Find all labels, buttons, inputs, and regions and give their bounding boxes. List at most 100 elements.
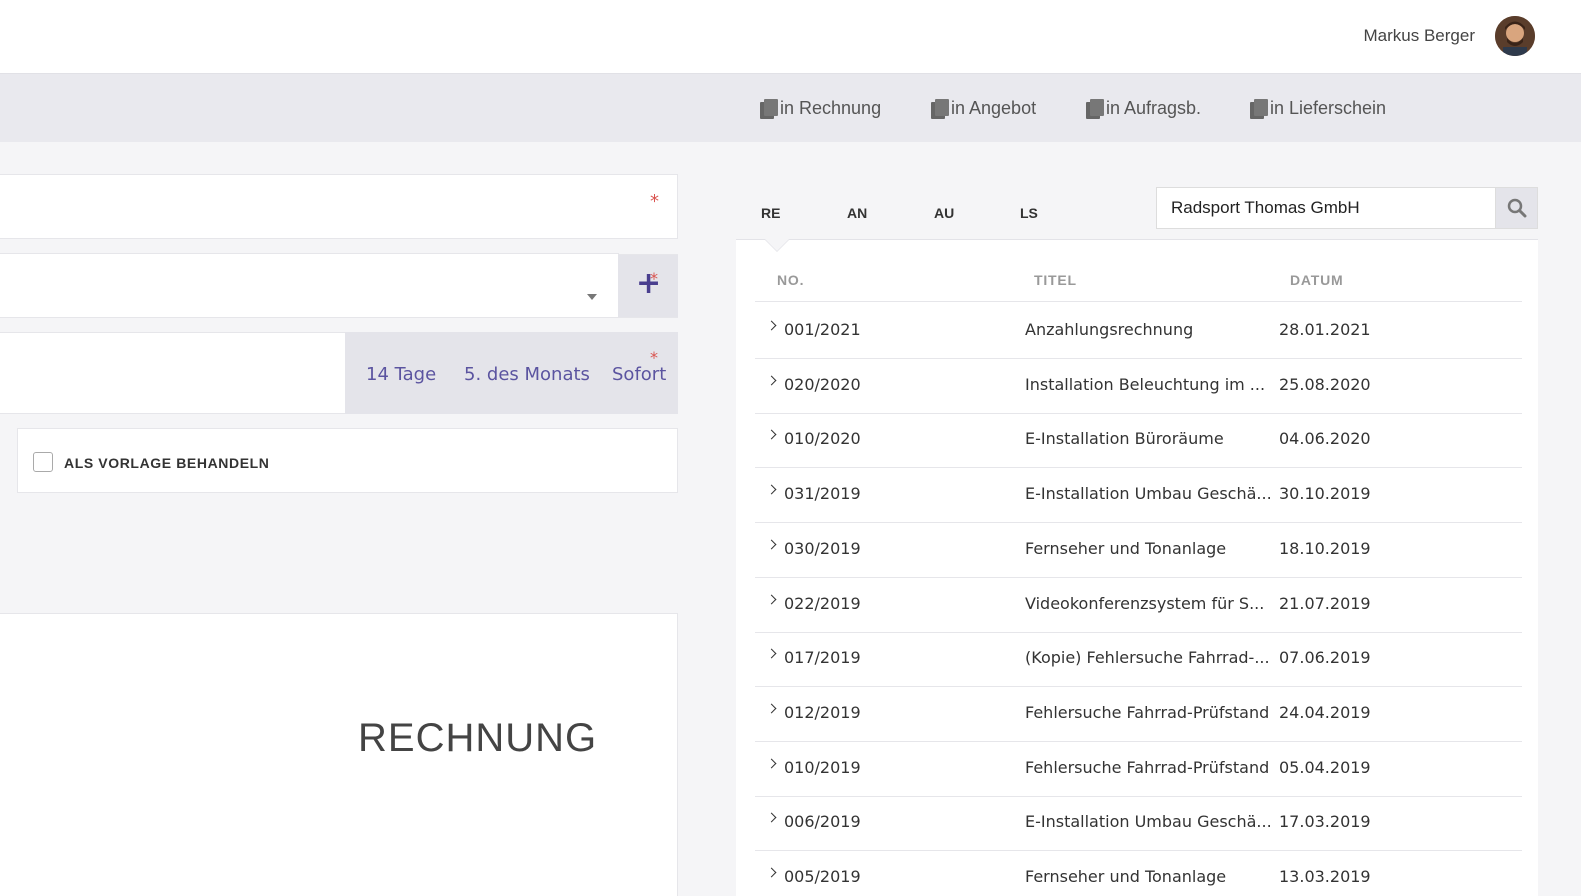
chevron-right-icon[interactable]: [766, 594, 777, 604]
term-option-14-days[interactable]: 14 Tage: [366, 364, 436, 385]
active-tab-indicator-fill: [765, 239, 789, 251]
payment-terms-field[interactable]: [0, 332, 346, 414]
row-title: Fernseher und Tonanlage: [1025, 867, 1227, 886]
table-row[interactable]: 010/2019 Fehlersuche Fahrrad-Prüfstand 05.…: [755, 742, 1522, 797]
copy-icon: [931, 99, 949, 119]
convert-to-delivery-note-button[interactable]: in Lieferschein: [1250, 96, 1386, 120]
chevron-right-icon[interactable]: [766, 375, 777, 386]
row-date: 13.03.2019: [1279, 867, 1371, 886]
column-header-no[interactable]: NO.: [777, 272, 804, 288]
row-date: 25.08.2020: [1279, 374, 1371, 394]
chevron-right-icon[interactable]: [766, 429, 777, 440]
user-name[interactable]: Markus Berger: [1364, 26, 1475, 46]
tab-an[interactable]: AN: [847, 205, 867, 221]
row-date: 24.04.2019: [1279, 702, 1371, 722]
row-title: Installation Beleuchtung im ...: [1025, 374, 1266, 394]
toolbar-button-label: in Angebot: [951, 97, 1037, 118]
table-row[interactable]: 006/2019 E-Installation Umbau Geschä... 17…: [755, 796, 1522, 852]
payment-terms-options: 14 Tage 5. des Monats Sofort *: [345, 332, 678, 414]
chevron-right-icon[interactable]: [766, 812, 777, 823]
convert-to-offer-button[interactable]: in Angebot: [931, 96, 1036, 120]
column-header-date[interactable]: DATUM: [1290, 272, 1344, 288]
row-title: Fehlersuche Fahrrad-Prüfstand: [1025, 702, 1270, 722]
row-number: 012/2019: [784, 702, 861, 722]
row-number: 017/2019: [784, 648, 861, 668]
row-number: 010/2020: [784, 429, 861, 449]
document-title: RECHNUNG: [358, 716, 598, 760]
row-title: E-Installation Umbau Geschä...: [1025, 484, 1272, 504]
header-divider: [755, 301, 1522, 302]
row-number: 031/2019: [784, 484, 861, 504]
table-row[interactable]: 012/2019 Fehlersuche Fahrrad-Prüfstand 24.…: [755, 687, 1522, 742]
tab-ls[interactable]: LS: [1020, 205, 1038, 221]
chevron-right-icon[interactable]: [766, 648, 777, 659]
chevron-right-icon[interactable]: [766, 539, 777, 550]
tab-re[interactable]: RE: [761, 205, 780, 221]
row-date: 30.10.2019: [1279, 484, 1371, 504]
row-number: 001/2021: [784, 320, 861, 339]
add-customer-button[interactable]: + *: [618, 254, 678, 318]
table-row[interactable]: 020/2020 Installation Beleuchtung im ... 2…: [755, 359, 1522, 414]
toolbar-button-label: in Lieferschein: [1270, 97, 1387, 118]
row-date: 21.07.2019: [1279, 593, 1371, 613]
row-title: (Kopie) Fehlersuche Fahrrad-...: [1025, 648, 1270, 668]
template-checkbox[interactable]: [33, 452, 53, 472]
row-number: 005/2019: [784, 867, 861, 886]
row-number: 022/2019: [784, 593, 861, 613]
row-title: E-Installation Umbau Geschä...: [1025, 812, 1272, 832]
copy-icon: [1250, 99, 1268, 119]
chevron-right-icon[interactable]: [766, 484, 777, 495]
term-option-immediately[interactable]: Sofort: [612, 364, 666, 385]
convert-to-invoice-button[interactable]: in Rechnung: [760, 96, 881, 120]
table-row[interactable]: 001/2021 Anzahlungsrechnung 28.01.2021: [755, 304, 1522, 359]
table-row[interactable]: 031/2019 E-Installation Umbau Geschä... 30…: [755, 468, 1522, 524]
required-text-field[interactable]: *: [0, 174, 678, 239]
search-button[interactable]: [1495, 187, 1538, 229]
row-date: 04.06.2020: [1279, 429, 1371, 449]
copy-icon: [760, 99, 778, 119]
convert-to-order-confirmation-button[interactable]: in Aufragsb.: [1086, 96, 1201, 120]
row-title: E-Installation Büroräume: [1025, 429, 1224, 449]
required-mark: *: [650, 191, 659, 212]
required-mark: *: [650, 269, 658, 288]
row-number: 006/2019: [784, 812, 861, 832]
row-title: Fehlersuche Fahrrad-Prüfstand: [1025, 757, 1270, 777]
table-row[interactable]: 022/2019 Videokonferenzsystem für S... 21.…: [755, 578, 1522, 633]
term-option-5th-of-month[interactable]: 5. des Monats: [464, 364, 590, 385]
dropdown-caret-icon: [587, 294, 597, 300]
toolbar-button-label: in Aufragsb.: [1106, 97, 1202, 118]
conversion-toolbar: in Rechnung in Angebot in Aufragsb. in L…: [0, 74, 1581, 142]
tab-au[interactable]: AU: [934, 205, 954, 221]
search-icon: [1507, 198, 1527, 218]
column-header-title[interactable]: TITEL: [1034, 272, 1077, 288]
template-checkbox-label: ALS VORLAGE BEHANDELN: [64, 455, 270, 471]
row-title: Videokonferenzsystem für S...: [1025, 593, 1265, 613]
row-date: 18.10.2019: [1279, 538, 1371, 558]
copy-icon: [1086, 99, 1104, 119]
row-number: 010/2019: [784, 757, 861, 777]
row-number: 020/2020: [784, 374, 861, 394]
row-date: 05.04.2019: [1279, 757, 1371, 777]
chevron-right-icon[interactable]: [766, 867, 777, 878]
table-row[interactable]: 030/2019 Fernseher und Tonanlage 18.10.201…: [755, 523, 1522, 578]
chevron-right-icon[interactable]: [766, 320, 777, 331]
customer-search-input[interactable]: [1156, 187, 1496, 229]
table-row[interactable]: 010/2020 E-Installation Büroräume 04.06.20…: [755, 413, 1522, 469]
row-title: Anzahlungsrechnung: [1025, 320, 1194, 339]
row-date: 28.01.2021: [1279, 320, 1371, 339]
chevron-right-icon[interactable]: [766, 703, 777, 714]
customer-select[interactable]: [0, 253, 619, 318]
table-row[interactable]: 017/2019 (Kopie) Fehlersuche Fahrrad-... 0…: [755, 632, 1522, 688]
row-date: 17.03.2019: [1279, 812, 1371, 832]
row-number: 030/2019: [784, 538, 861, 558]
top-bar: Markus Berger: [0, 0, 1581, 74]
tabs-divider: [736, 239, 1538, 240]
chevron-right-icon[interactable]: [766, 758, 777, 769]
avatar[interactable]: [1495, 16, 1535, 56]
required-mark: *: [650, 348, 658, 367]
row-title: Fernseher und Tonanlage: [1025, 538, 1227, 558]
table-row[interactable]: 005/2019 Fernseher und Tonanlage 13.03.201…: [755, 851, 1522, 896]
row-date: 07.06.2019: [1279, 648, 1371, 668]
toolbar-button-label: in Rechnung: [780, 97, 882, 118]
avatar-image: [1495, 16, 1535, 56]
